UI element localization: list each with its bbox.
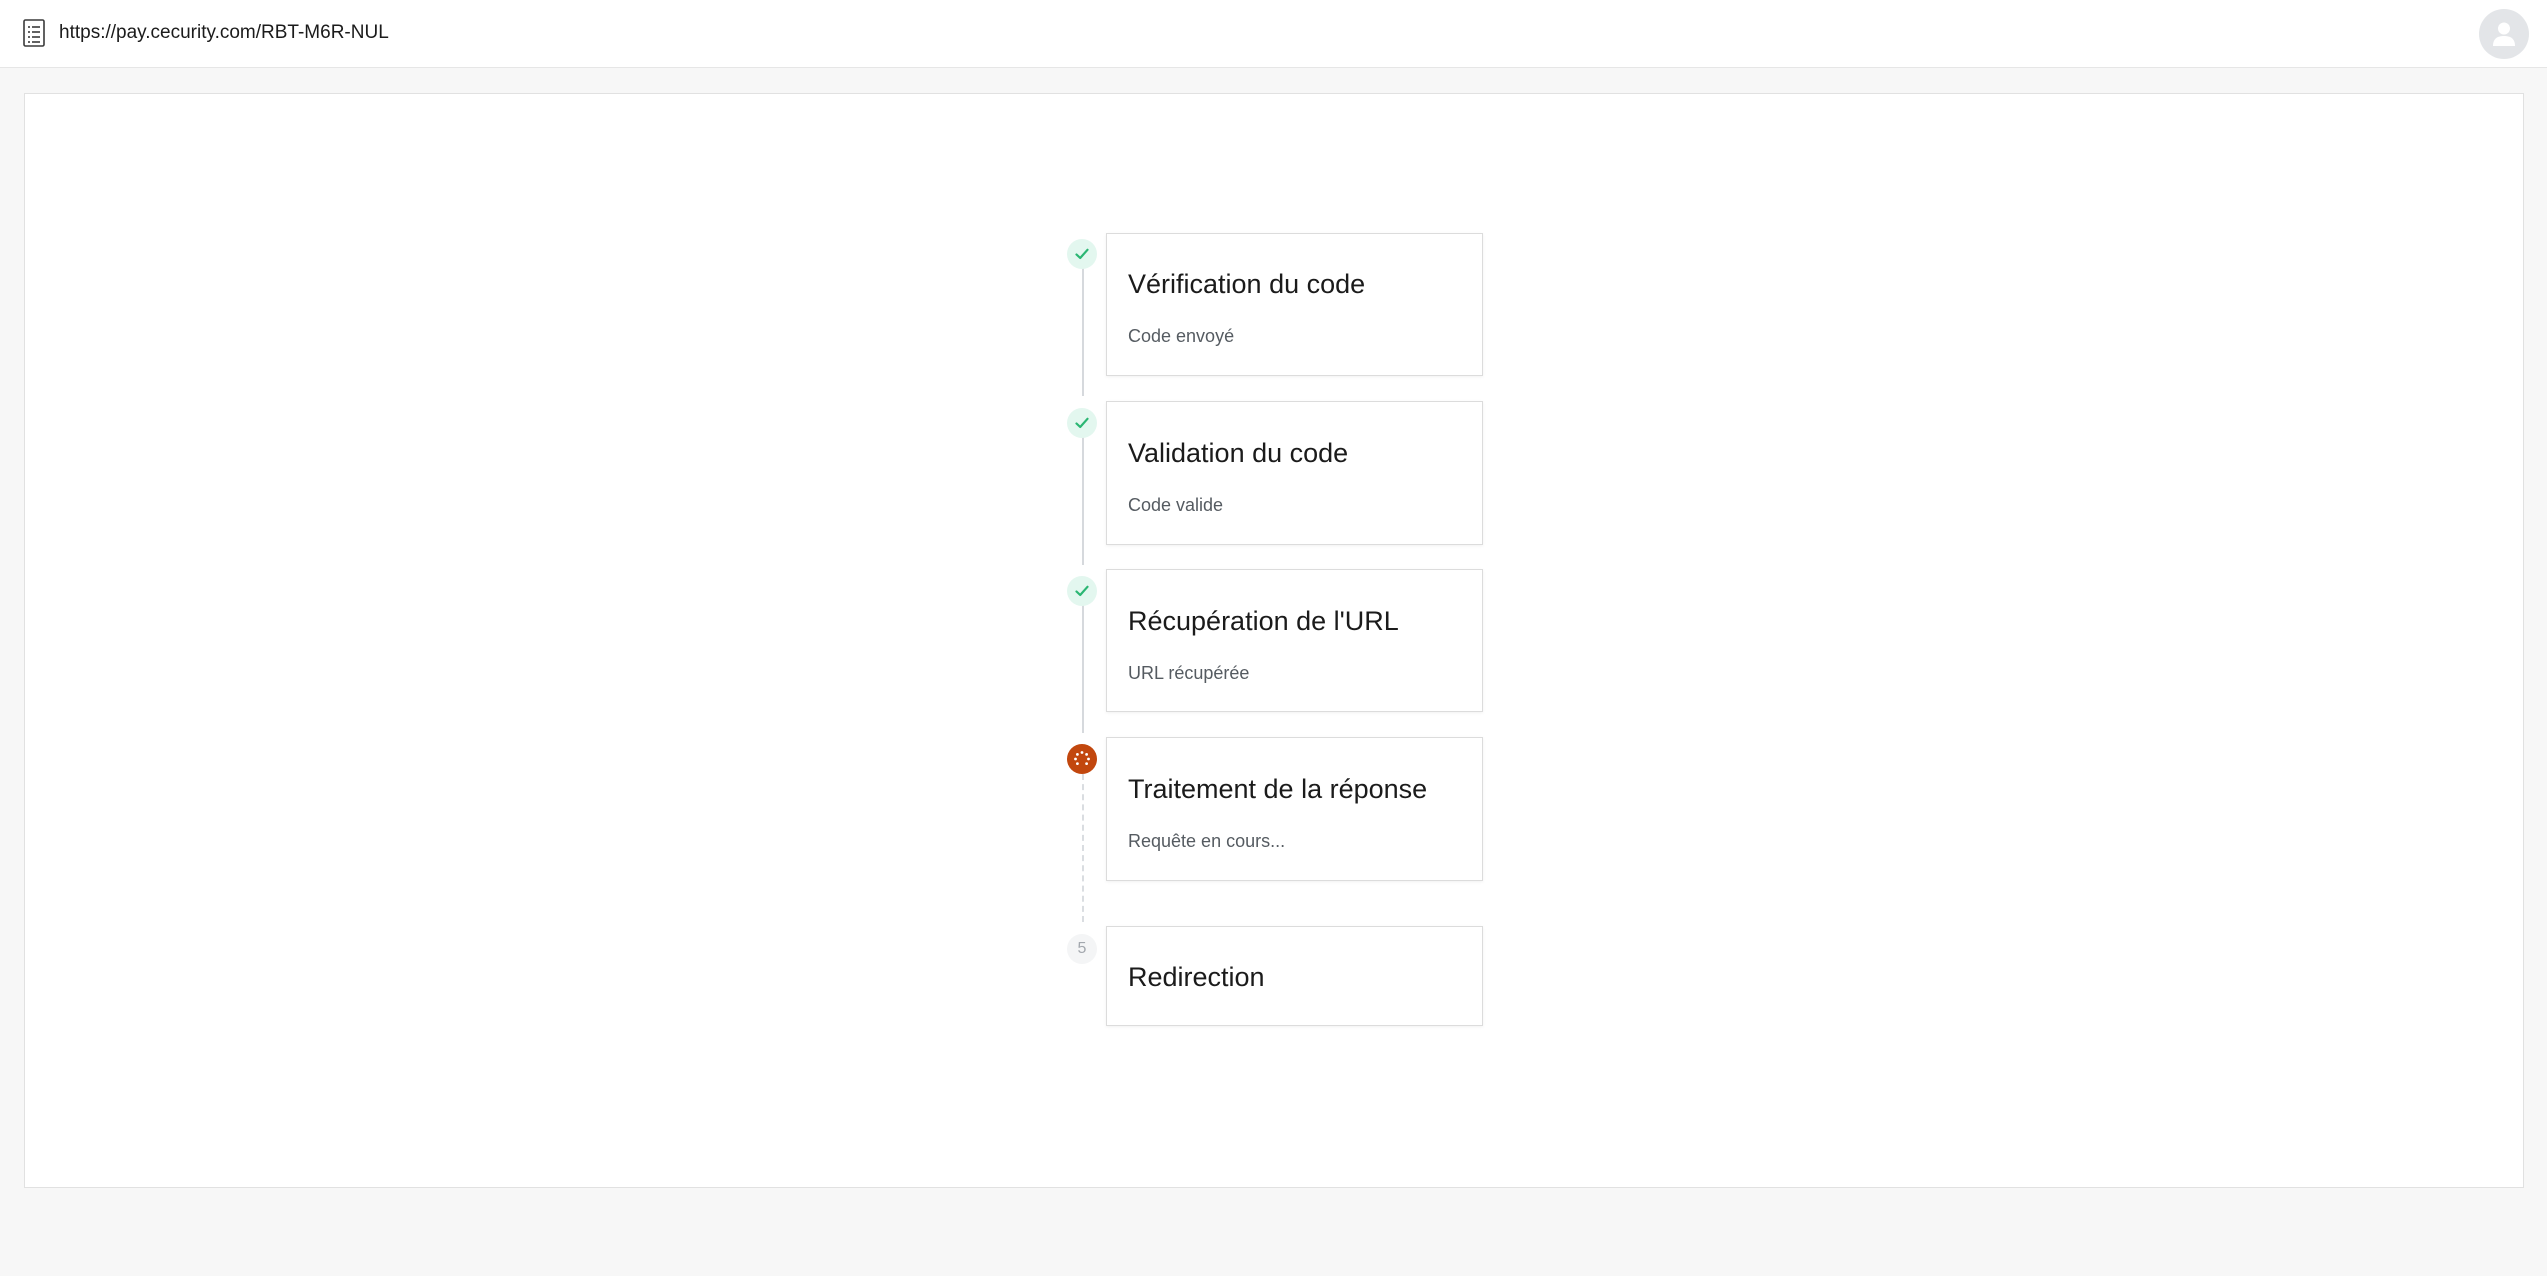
step-card-1: Vérification du code Code envoyé <box>1106 233 1483 376</box>
step-subtitle: Requête en cours... <box>1128 831 1286 851</box>
step-4-status-marker <box>1067 744 1097 774</box>
step-title: Récupération de l'URL <box>1128 606 1399 636</box>
user-avatar-icon <box>2493 22 2515 46</box>
check-icon <box>1075 417 1089 429</box>
step-title: Vérification du code <box>1128 269 1366 299</box>
step-subtitle: Code envoyé <box>1128 326 1235 346</box>
step-5-number-marker: 5 <box>1067 934 1097 964</box>
url-address[interactable]: https://pay.cecurity.com/RBT-M6R-NUL <box>59 21 389 45</box>
timeline-connector <box>1082 437 1084 565</box>
check-icon <box>1075 248 1089 260</box>
check-icon <box>1075 585 1089 597</box>
step-2-status-marker <box>1067 408 1097 438</box>
browser-top-bar: https://pay.cecurity.com/RBT-M6R-NUL <box>0 0 2547 68</box>
step-card-5: Redirection <box>1106 926 1483 1026</box>
step-title: Validation du code <box>1128 438 1349 468</box>
step-title: Traitement de la réponse <box>1128 774 1428 804</box>
step-card-2: Validation du code Code valide <box>1106 401 1483 545</box>
timeline-connector <box>1082 268 1084 396</box>
timeline-connector <box>1082 605 1084 733</box>
step-subtitle: URL récupérée <box>1128 663 1250 683</box>
spinner-icon <box>1074 751 1090 765</box>
step-1-status-marker <box>1067 239 1097 269</box>
step-card-4: Traitement de la réponse Requête en cour… <box>1106 737 1483 881</box>
step-3-status-marker <box>1067 576 1097 606</box>
user-avatar-button[interactable] <box>2479 9 2529 59</box>
step-subtitle: Code valide <box>1128 495 1224 515</box>
step-title: Redirection <box>1128 962 1265 992</box>
document-list-icon[interactable] <box>23 19 45 47</box>
step-card-3: Récupération de l'URL URL récupérée <box>1106 569 1483 712</box>
timeline-connector-pending <box>1082 774 1084 922</box>
